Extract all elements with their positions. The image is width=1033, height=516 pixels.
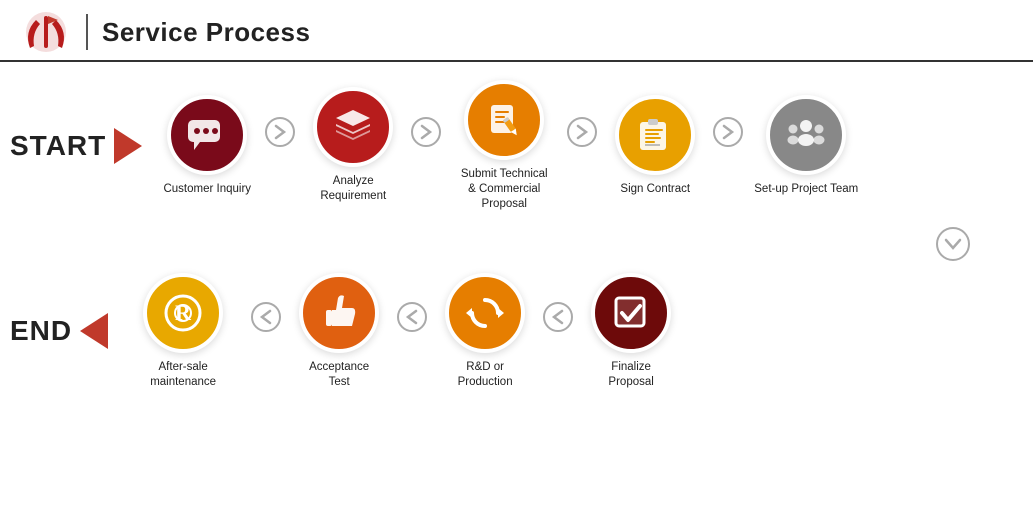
start-arrow-icon	[114, 128, 142, 164]
step-circle-aftersale: R	[143, 273, 223, 353]
step-circle-finalize	[591, 273, 671, 353]
step-circle-acceptance	[299, 273, 379, 353]
step-rd: R&D orProduction	[430, 273, 540, 390]
arrow-4-5	[712, 116, 744, 148]
step-submit-technical: Submit Technical& CommercialProposal	[444, 80, 564, 212]
page-title: Service Process	[102, 17, 310, 48]
step-label-sign: Sign Contract	[620, 182, 690, 197]
step-circle-customer-inquiry	[167, 95, 247, 175]
thumbsup-icon	[316, 290, 362, 336]
left-arrow-icon-1	[250, 301, 282, 333]
right-arrow-icon-3	[566, 116, 598, 148]
down-arrow-wrap	[10, 226, 1023, 267]
step-analyze-requirement: Analyze Requirement	[298, 87, 408, 204]
step-label-submit: Submit Technical& CommercialProposal	[461, 167, 548, 212]
arrow-3-4	[566, 116, 598, 148]
arrow-b2	[396, 301, 428, 333]
step-label-customer-inquiry: Customer Inquiry	[163, 182, 251, 197]
step-acceptance: AcceptanceTest	[284, 273, 394, 390]
step-circle-team	[766, 95, 846, 175]
start-text: START	[10, 130, 106, 162]
header-divider	[86, 14, 88, 50]
start-label: START	[10, 128, 142, 164]
end-arrow-icon	[80, 313, 108, 349]
down-arrow-svg	[935, 226, 971, 262]
end-label: END	[10, 313, 108, 349]
header: Service Process	[0, 0, 1033, 62]
step-label-rd: R&D orProduction	[458, 360, 513, 390]
step-circle-submit	[464, 80, 544, 160]
process-row-1: START Customer Inquiry	[10, 80, 1023, 212]
step-sign-contract: Sign Contract	[600, 95, 710, 197]
logo-icon	[20, 10, 72, 54]
step-label-aftersale: After-sale maintenance	[131, 360, 236, 390]
right-arrow-icon-1	[264, 116, 296, 148]
team-icon	[783, 112, 829, 158]
step-label-team: Set-up Project Team	[754, 182, 858, 197]
arrow-b1	[250, 301, 282, 333]
right-arrow-icon-4	[712, 116, 744, 148]
contract-icon	[632, 112, 678, 158]
step-circle-analyze	[313, 87, 393, 167]
step-label-analyze: Analyze Requirement	[301, 174, 406, 204]
step-circle-rd	[445, 273, 525, 353]
refresh-icon	[462, 290, 508, 336]
step-setup-team: Set-up Project Team	[746, 95, 866, 197]
left-arrow-icon-3	[542, 301, 574, 333]
checkmark-icon	[608, 290, 654, 336]
logo	[20, 10, 72, 54]
end-text: END	[10, 315, 72, 347]
registered-icon: R	[160, 290, 206, 336]
right-arrow-icon-2	[410, 116, 442, 148]
step-finalize: FinalizeProposal	[576, 273, 686, 390]
down-arrow-icon	[935, 226, 971, 267]
step-aftersale: R After-sale maintenance	[118, 273, 248, 390]
arrow-b3	[542, 301, 574, 333]
step-label-acceptance: AcceptanceTest	[309, 360, 369, 390]
chat-icon	[184, 112, 230, 158]
layers-icon	[330, 104, 376, 150]
step-circle-sign	[615, 95, 695, 175]
step-customer-inquiry: Customer Inquiry	[152, 95, 262, 197]
step-label-finalize: FinalizeProposal	[608, 360, 653, 390]
process-row-2: END R After-sale maintenance	[10, 273, 1023, 390]
main-content: START Customer Inquiry	[0, 62, 1033, 400]
arrow-1-2	[264, 116, 296, 148]
proposal-icon	[481, 97, 527, 143]
left-arrow-icon-2	[396, 301, 428, 333]
arrow-2-3	[410, 116, 442, 148]
